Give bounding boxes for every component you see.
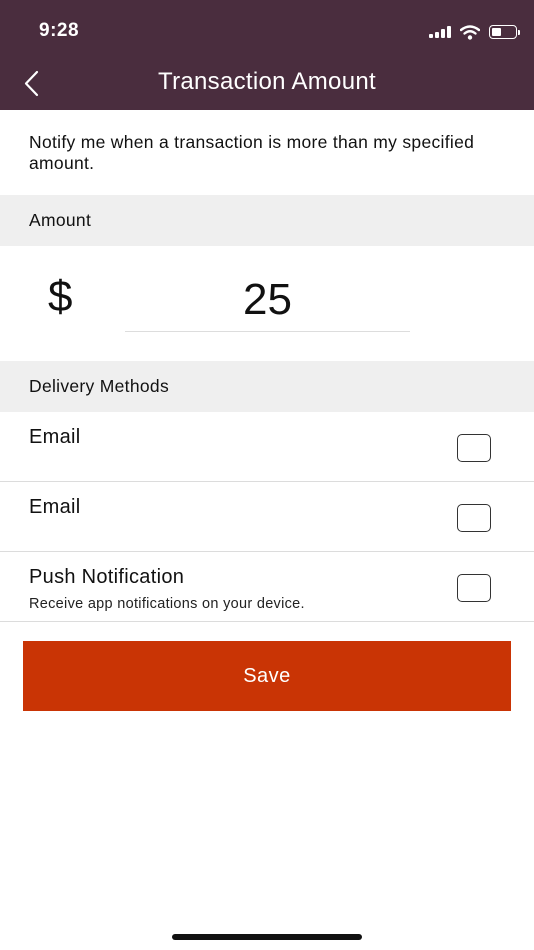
delivery-method-email-1[interactable]: Email bbox=[0, 412, 534, 482]
delivery-method-label: Email bbox=[29, 496, 81, 518]
battery-icon bbox=[489, 25, 520, 39]
page-title: Transaction Amount bbox=[158, 68, 376, 95]
delivery-methods-section-header: Delivery Methods bbox=[0, 361, 534, 412]
push-notification-checkbox[interactable] bbox=[457, 574, 491, 602]
wifi-icon bbox=[460, 24, 480, 40]
cellular-signal-icon bbox=[429, 26, 451, 38]
amount-section-header: Amount bbox=[0, 195, 534, 246]
home-indicator bbox=[172, 934, 362, 940]
status-icons bbox=[429, 22, 520, 42]
email-2-checkbox[interactable] bbox=[457, 504, 491, 532]
delivery-method-description: Receive app notifications on your device… bbox=[29, 596, 305, 612]
app-header: 9:28 Transaction Amount bbox=[0, 0, 534, 110]
delivery-method-label: Push Notification bbox=[29, 566, 185, 588]
save-button[interactable]: Save bbox=[23, 641, 511, 711]
delivery-method-email-2[interactable]: Email bbox=[0, 482, 534, 552]
status-time: 9:28 bbox=[39, 20, 80, 41]
amount-input[interactable] bbox=[125, 268, 410, 332]
delivery-method-push[interactable]: Push Notification Receive app notificati… bbox=[0, 552, 534, 622]
intro-text: Notify me when a transaction is more tha… bbox=[29, 132, 475, 173]
delivery-method-label: Email bbox=[29, 426, 81, 448]
email-1-checkbox[interactable] bbox=[457, 434, 491, 462]
currency-symbol: $ bbox=[48, 272, 73, 321]
